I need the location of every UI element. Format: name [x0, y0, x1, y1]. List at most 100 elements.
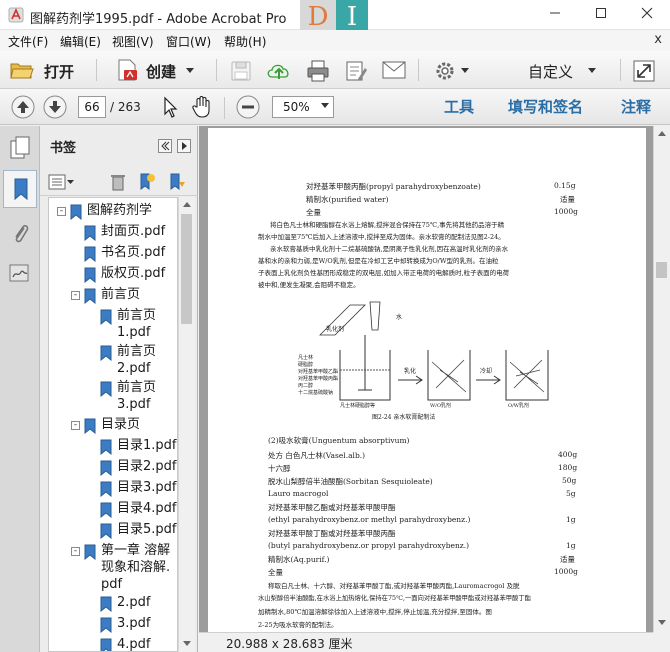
bookmark-label: 第一章 溶解现象和溶解.pdf — [101, 543, 171, 592]
customize-dropdown-icon[interactable] — [588, 68, 596, 73]
menu-edit[interactable]: 编辑(E) — [60, 33, 101, 50]
new-bookmark-icon[interactable] — [138, 172, 156, 192]
collapse-panel-icon[interactable] — [158, 139, 172, 153]
bookmark-icon — [100, 460, 112, 476]
select-cursor-icon[interactable] — [160, 96, 180, 118]
fill-sign-pane-link[interactable]: 填写和签名 — [508, 96, 583, 117]
create-button[interactable]: 创建 — [146, 61, 176, 82]
minimize-button[interactable] — [532, 0, 578, 30]
pdf-page: 对羟基苯甲酸丙酯(propyl parahydroxybenzoate) 0.1… — [208, 128, 646, 632]
menu-file[interactable]: 文件(F) — [8, 33, 48, 50]
folder-open-icon — [10, 63, 34, 79]
document-scroll-thumb[interactable] — [656, 262, 667, 278]
collapse-toggle[interactable]: - — [71, 421, 80, 430]
maximize-button[interactable] — [578, 0, 624, 30]
collapse-toggle[interactable]: - — [57, 207, 66, 216]
delete-bookmark-icon[interactable] — [110, 173, 126, 191]
toolbar-separator — [96, 59, 97, 81]
next-page-icon[interactable] — [43, 95, 67, 119]
page-number-input[interactable]: 66 — [78, 96, 106, 118]
bookmark-label: 前言页 — [101, 287, 141, 302]
zoom-out-icon[interactable] — [236, 95, 260, 119]
scroll-down-icon[interactable] — [658, 620, 666, 625]
previous-page-icon[interactable] — [11, 95, 35, 119]
options-dropdown-icon[interactable] — [67, 180, 74, 184]
close-document-button[interactable]: x — [654, 32, 662, 47]
open-button[interactable]: 打开 — [44, 61, 74, 82]
doc-line: 精制水(Aq.purif.) — [268, 555, 330, 564]
panel-next-icon[interactable] — [177, 139, 191, 153]
collapse-toggle[interactable]: - — [71, 547, 80, 556]
bookmark-item[interactable]: - 第一章 溶解现象和溶解.pdf — [71, 542, 177, 593]
bookmark-label: 前言页3.pdf — [117, 380, 157, 412]
bookmark-item[interactable]: 3.pdf — [99, 615, 150, 633]
figure-label-step2: 冷却 — [480, 368, 493, 375]
menu-window[interactable]: 窗口(W) — [166, 33, 211, 50]
comment-pane-link[interactable]: 注释 — [621, 96, 651, 117]
bookmarks-tab[interactable] — [3, 170, 37, 208]
bookmark-icon — [100, 345, 112, 361]
signatures-icon[interactable] — [8, 262, 32, 284]
bookmark-item[interactable]: 前言页1.pdf — [99, 307, 175, 341]
bookmark-item[interactable]: 目录4.pdf — [99, 500, 176, 518]
doc-line: 亲水软膏基质中乳化剂十二烷基硫酸钠,是阴离子性乳化剂,因在高温时乳化剂的亲水 — [270, 245, 509, 253]
bookmark-item[interactable]: - 前言页 — [71, 286, 140, 304]
document-scrollbar[interactable] — [653, 126, 670, 632]
bookmark-item[interactable]: 前言页2.pdf — [99, 343, 175, 377]
scroll-up-icon[interactable] — [183, 202, 191, 207]
bookmark-item[interactable]: - 目录页 — [71, 416, 140, 434]
gear-dropdown-icon[interactable] — [461, 68, 469, 73]
bookmark-label: 目录5.pdf — [117, 522, 177, 537]
bookmark-item[interactable]: 封面页.pdf — [83, 223, 165, 241]
tools-pane-link[interactable]: 工具 — [444, 96, 474, 117]
menu-view[interactable]: 视图(V) — [112, 33, 154, 50]
bookmark-scroll-thumb[interactable] — [181, 214, 192, 324]
bookmark-label: 目录4.pdf — [117, 501, 177, 516]
menu-help[interactable]: 帮助(H) — [224, 33, 266, 50]
bookmark-item[interactable]: 2.pdf — [99, 594, 150, 612]
create-dropdown-icon[interactable] — [186, 68, 194, 73]
bookmark-item[interactable]: 前言页3.pdf — [99, 379, 175, 413]
figure-label-water: 水 — [396, 314, 403, 321]
bookmark-icon — [100, 638, 112, 651]
collapse-toggle[interactable]: - — [71, 291, 80, 300]
print-icon[interactable] — [306, 59, 330, 83]
page-thumbnails-icon[interactable] — [9, 136, 31, 160]
bookmark-item[interactable]: 目录3.pdf — [99, 479, 176, 497]
doc-line: 将白色凡士林和硬脂醇在水浴上熔解,搅拌混合保持在75℃,事先将其他药品溶于精 — [270, 221, 505, 229]
gear-icon[interactable] — [434, 60, 456, 82]
email-icon[interactable] — [382, 61, 406, 79]
zoom-dropdown-icon[interactable] — [321, 103, 329, 108]
bookmark-icon — [100, 439, 112, 455]
options-menu-icon[interactable] — [48, 174, 66, 190]
full-screen-icon[interactable] — [632, 59, 656, 83]
title-bar: 图解药剂学1995.pdf - Adobe Acrobat Pro D I — [0, 0, 670, 34]
figure-left-list: 十二烷基硫酸钠 — [298, 390, 334, 396]
close-window-button[interactable] — [624, 0, 670, 30]
bookmark-icon — [100, 502, 112, 518]
bookmark-item[interactable]: - 图解药剂学 — [57, 202, 152, 220]
attachments-paperclip-icon[interactable] — [9, 222, 31, 246]
scroll-up-icon[interactable] — [658, 131, 666, 136]
bookmarks-toolbar — [40, 168, 198, 196]
scroll-down-icon[interactable] — [183, 641, 191, 646]
save-icon[interactable] — [230, 60, 252, 82]
create-button-icon-wrap[interactable] — [114, 57, 140, 83]
bookmark-item[interactable]: 目录5.pdf — [99, 521, 176, 539]
document-edit-icon[interactable] — [344, 59, 368, 83]
doc-line-amount: 适量 — [560, 555, 575, 564]
bookmark-item[interactable]: 版权页.pdf — [83, 265, 165, 283]
expand-bookmark-icon[interactable] — [168, 172, 186, 192]
figure-left-list: 凡士林 — [298, 355, 314, 361]
customize-menu[interactable]: 自定义 — [528, 61, 573, 82]
bookmark-item[interactable]: 目录2.pdf — [99, 458, 176, 476]
hand-tool-icon[interactable] — [191, 95, 213, 119]
doc-line: (ethyl parahydroxybenz.or methyl parahyd… — [268, 515, 471, 524]
bookmark-label: 前言页2.pdf — [117, 344, 157, 376]
open-button-icon-wrap[interactable] — [10, 59, 34, 81]
cloud-upload-icon[interactable] — [266, 59, 292, 83]
doc-line-amount: 0.15g — [554, 181, 576, 190]
bookmark-item[interactable]: 4.pdf — [99, 636, 150, 651]
bookmark-item[interactable]: 目录1.pdf — [99, 437, 176, 455]
bookmark-item[interactable]: 书名页.pdf — [83, 244, 165, 262]
